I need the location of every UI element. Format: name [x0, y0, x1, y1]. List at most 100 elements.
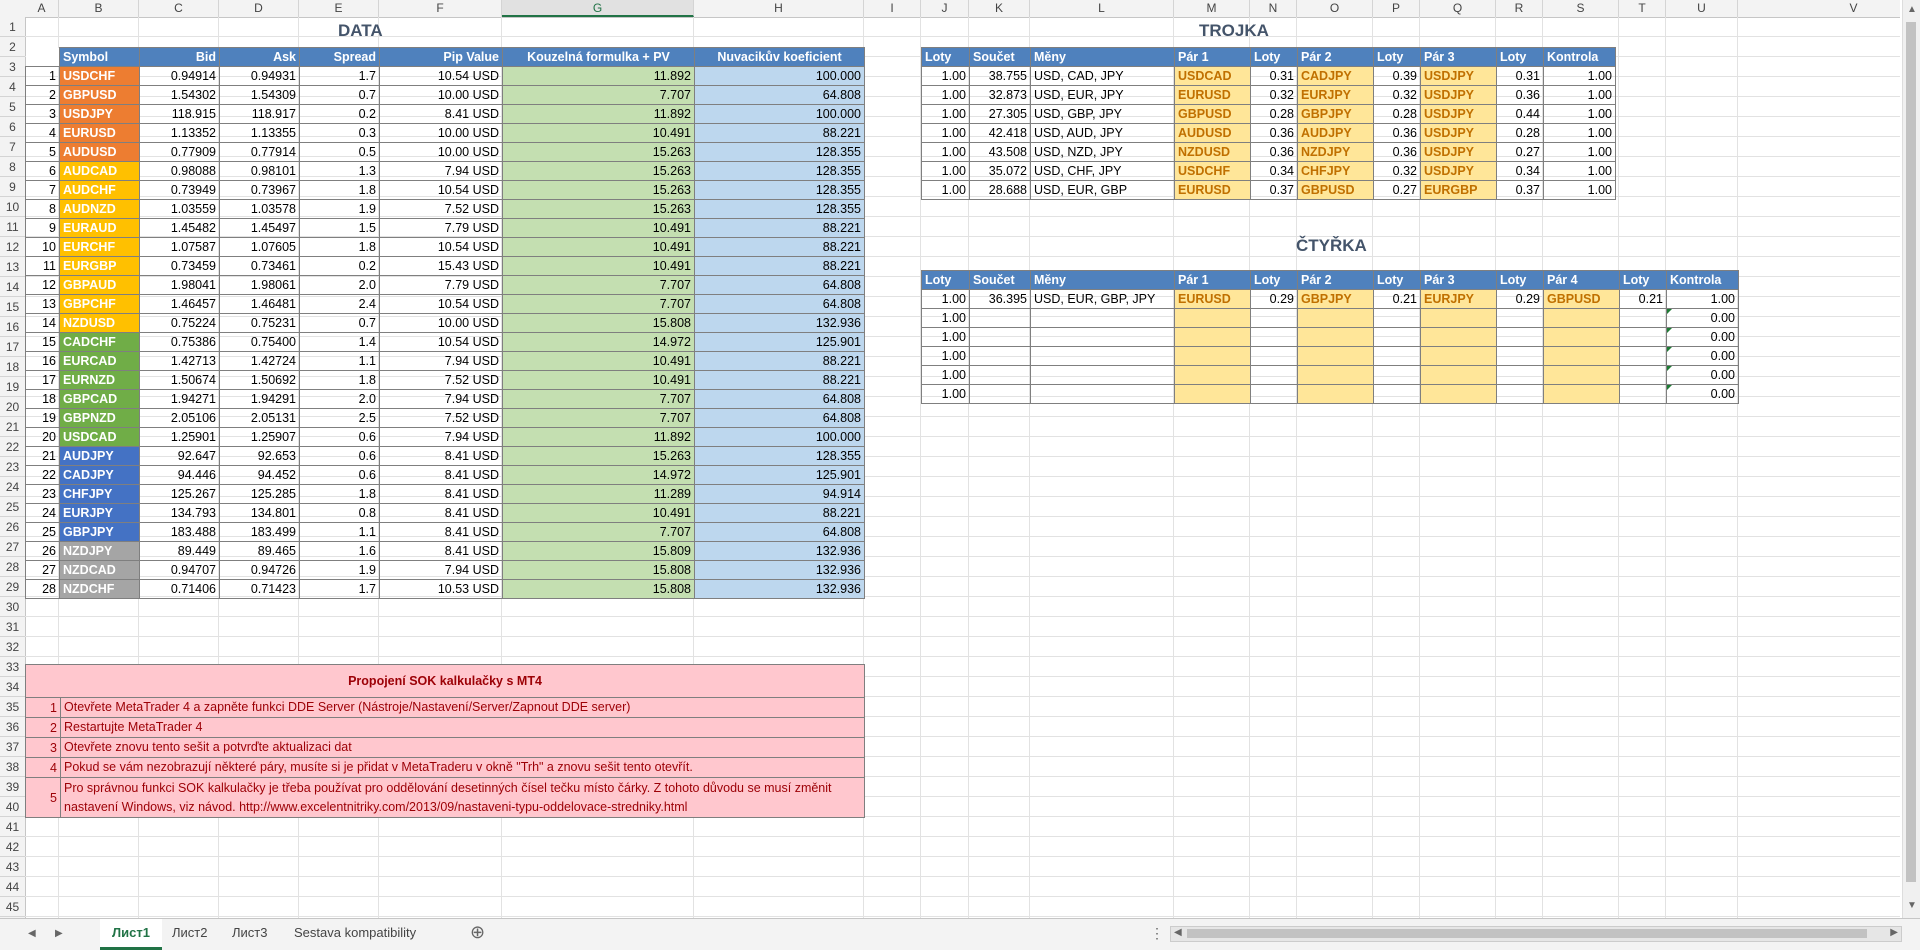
column-header[interactable]: S [1543, 0, 1619, 17]
column-header[interactable]: L [1030, 0, 1174, 17]
nuvacikuv-koeficient-cell[interactable]: 88.221 [694, 218, 865, 238]
pair-cell[interactable]: USDJPY [1420, 123, 1497, 143]
row-header[interactable]: 26 [0, 517, 25, 537]
ask-cell[interactable]: 92.653 [219, 446, 300, 466]
lots-cell[interactable]: 1.00 [921, 104, 970, 124]
spread-cell[interactable]: 1.9 [299, 560, 380, 580]
symbol-cell[interactable]: NZDCAD [59, 560, 140, 580]
row-header[interactable]: 8 [0, 157, 25, 177]
bid-cell[interactable]: 0.73949 [139, 180, 220, 200]
column-header[interactable]: P [1373, 0, 1420, 17]
kouzelna-formulka-cell[interactable]: 11.892 [502, 104, 695, 124]
ctyrka-cell[interactable] [1250, 327, 1298, 347]
symbol-cell[interactable]: EURJPY [59, 503, 140, 523]
tab-scroll-right-icon[interactable]: ▶ [55, 928, 63, 939]
lots-cell[interactable]: 1.00 [921, 180, 970, 200]
pip-value-cell[interactable]: 10.54 USD [379, 66, 503, 86]
nuvacikuv-koeficient-cell[interactable]: 132.936 [694, 579, 865, 599]
row-header[interactable]: 29 [0, 577, 25, 597]
spread-cell[interactable]: 1.7 [299, 579, 380, 599]
pip-value-cell[interactable]: 7.79 USD [379, 275, 503, 295]
pip-value-cell[interactable]: 10.53 USD [379, 579, 503, 599]
pip-value-cell[interactable]: 10.54 USD [379, 332, 503, 352]
nuvacikuv-koeficient-cell[interactable]: 64.808 [694, 522, 865, 542]
ctyrka-cell[interactable] [1250, 365, 1298, 385]
ask-cell[interactable]: 89.465 [219, 541, 300, 561]
row-header[interactable]: 5 [0, 97, 25, 117]
bid-cell[interactable]: 2.05106 [139, 408, 220, 428]
bid-cell[interactable]: 1.13352 [139, 123, 220, 143]
pair-cell[interactable]: EURGBP [1420, 180, 1497, 200]
ctyrka-cell[interactable]: 0.21 [1373, 289, 1421, 309]
pair-cell[interactable] [1297, 384, 1374, 404]
ask-cell[interactable]: 118.917 [219, 104, 300, 124]
column-header[interactable]: J [921, 0, 969, 17]
symbol-cell[interactable]: AUDUSD [59, 142, 140, 162]
column-header[interactable]: D [219, 0, 299, 17]
bid-cell[interactable]: 1.42713 [139, 351, 220, 371]
lots-cell[interactable]: 1.00 [921, 289, 970, 309]
pair-cell[interactable] [1420, 308, 1497, 328]
kontrola-cell[interactable]: 1.00 [1666, 289, 1739, 309]
pip-value-cell[interactable]: 15.43 USD [379, 256, 503, 276]
row-header[interactable]: 39 [0, 777, 25, 797]
pip-value-cell[interactable]: 8.41 USD [379, 465, 503, 485]
spread-cell[interactable]: 0.3 [299, 123, 380, 143]
column-header[interactable]: E [299, 0, 379, 17]
ctyrka-cell[interactable] [1496, 346, 1544, 366]
scroll-down-icon[interactable]: ▼ [1907, 900, 1917, 911]
trojka-cell[interactable]: 0.28 [1496, 123, 1544, 143]
pip-value-cell[interactable]: 10.00 USD [379, 85, 503, 105]
nuvacikuv-koeficient-cell[interactable]: 88.221 [694, 123, 865, 143]
pair-cell[interactable] [1174, 308, 1251, 328]
column-header[interactable]: A [25, 0, 59, 17]
ctyrka-cell[interactable] [1373, 327, 1421, 347]
kouzelna-formulka-cell[interactable]: 7.707 [502, 389, 695, 409]
pair-cell[interactable]: USDCAD [1174, 66, 1251, 86]
spread-cell[interactable]: 1.8 [299, 180, 380, 200]
spread-cell[interactable]: 0.2 [299, 104, 380, 124]
spread-cell[interactable]: 1.8 [299, 370, 380, 390]
spread-cell[interactable]: 1.1 [299, 351, 380, 371]
trojka-cell[interactable]: 0.32 [1373, 85, 1421, 105]
trojka-cell[interactable]: 0.28 [1373, 104, 1421, 124]
bid-cell[interactable]: 118.915 [139, 104, 220, 124]
pair-cell[interactable] [1420, 327, 1497, 347]
sum-cell[interactable] [969, 384, 1031, 404]
currencies-cell[interactable]: USD, EUR, GBP, JPY [1030, 289, 1175, 309]
kontrola-cell[interactable]: 1.00 [1543, 180, 1616, 200]
spread-cell[interactable]: 2.5 [299, 408, 380, 428]
symbol-cell[interactable]: CADJPY [59, 465, 140, 485]
symbol-cell[interactable]: NZDCHF [59, 579, 140, 599]
sum-cell[interactable] [969, 346, 1031, 366]
kouzelna-formulka-cell[interactable]: 10.491 [502, 218, 695, 238]
kouzelna-formulka-cell[interactable]: 14.972 [502, 332, 695, 352]
ctyrka-cell[interactable] [1373, 384, 1421, 404]
kouzelna-formulka-cell[interactable]: 15.809 [502, 541, 695, 561]
trojka-cell[interactable]: 0.36 [1250, 123, 1298, 143]
column-header[interactable]: T [1619, 0, 1666, 17]
currencies-cell[interactable] [1030, 365, 1175, 385]
pair-cell[interactable]: GBPUSD [1174, 104, 1251, 124]
trojka-cell[interactable]: 0.37 [1250, 180, 1298, 200]
spread-cell[interactable]: 1.4 [299, 332, 380, 352]
ctyrka-cell[interactable] [1496, 384, 1544, 404]
column-header[interactable]: Q [1420, 0, 1496, 17]
pip-value-cell[interactable]: 7.79 USD [379, 218, 503, 238]
pip-value-cell[interactable]: 7.52 USD [379, 408, 503, 428]
sheet-tab[interactable]: Лист2 [160, 919, 219, 947]
currencies-cell[interactable] [1030, 308, 1175, 328]
row-header[interactable]: 3 [0, 57, 25, 77]
horizontal-scroll-thumb[interactable] [1187, 929, 1867, 938]
kontrola-cell[interactable]: 1.00 [1543, 123, 1616, 143]
currencies-cell[interactable]: USD, AUD, JPY [1030, 123, 1175, 143]
row-header[interactable]: 40 [0, 797, 25, 817]
kontrola-cell[interactable]: 1.00 [1543, 161, 1616, 181]
column-header[interactable]: H [694, 0, 864, 17]
pair-cell[interactable] [1297, 308, 1374, 328]
pair-cell[interactable]: GBPUSD [1297, 180, 1374, 200]
kontrola-cell[interactable]: 0.00 [1666, 365, 1739, 385]
symbol-cell[interactable]: GBPAUD [59, 275, 140, 295]
symbol-cell[interactable]: USDJPY [59, 104, 140, 124]
row-header[interactable]: 36 [0, 717, 25, 737]
